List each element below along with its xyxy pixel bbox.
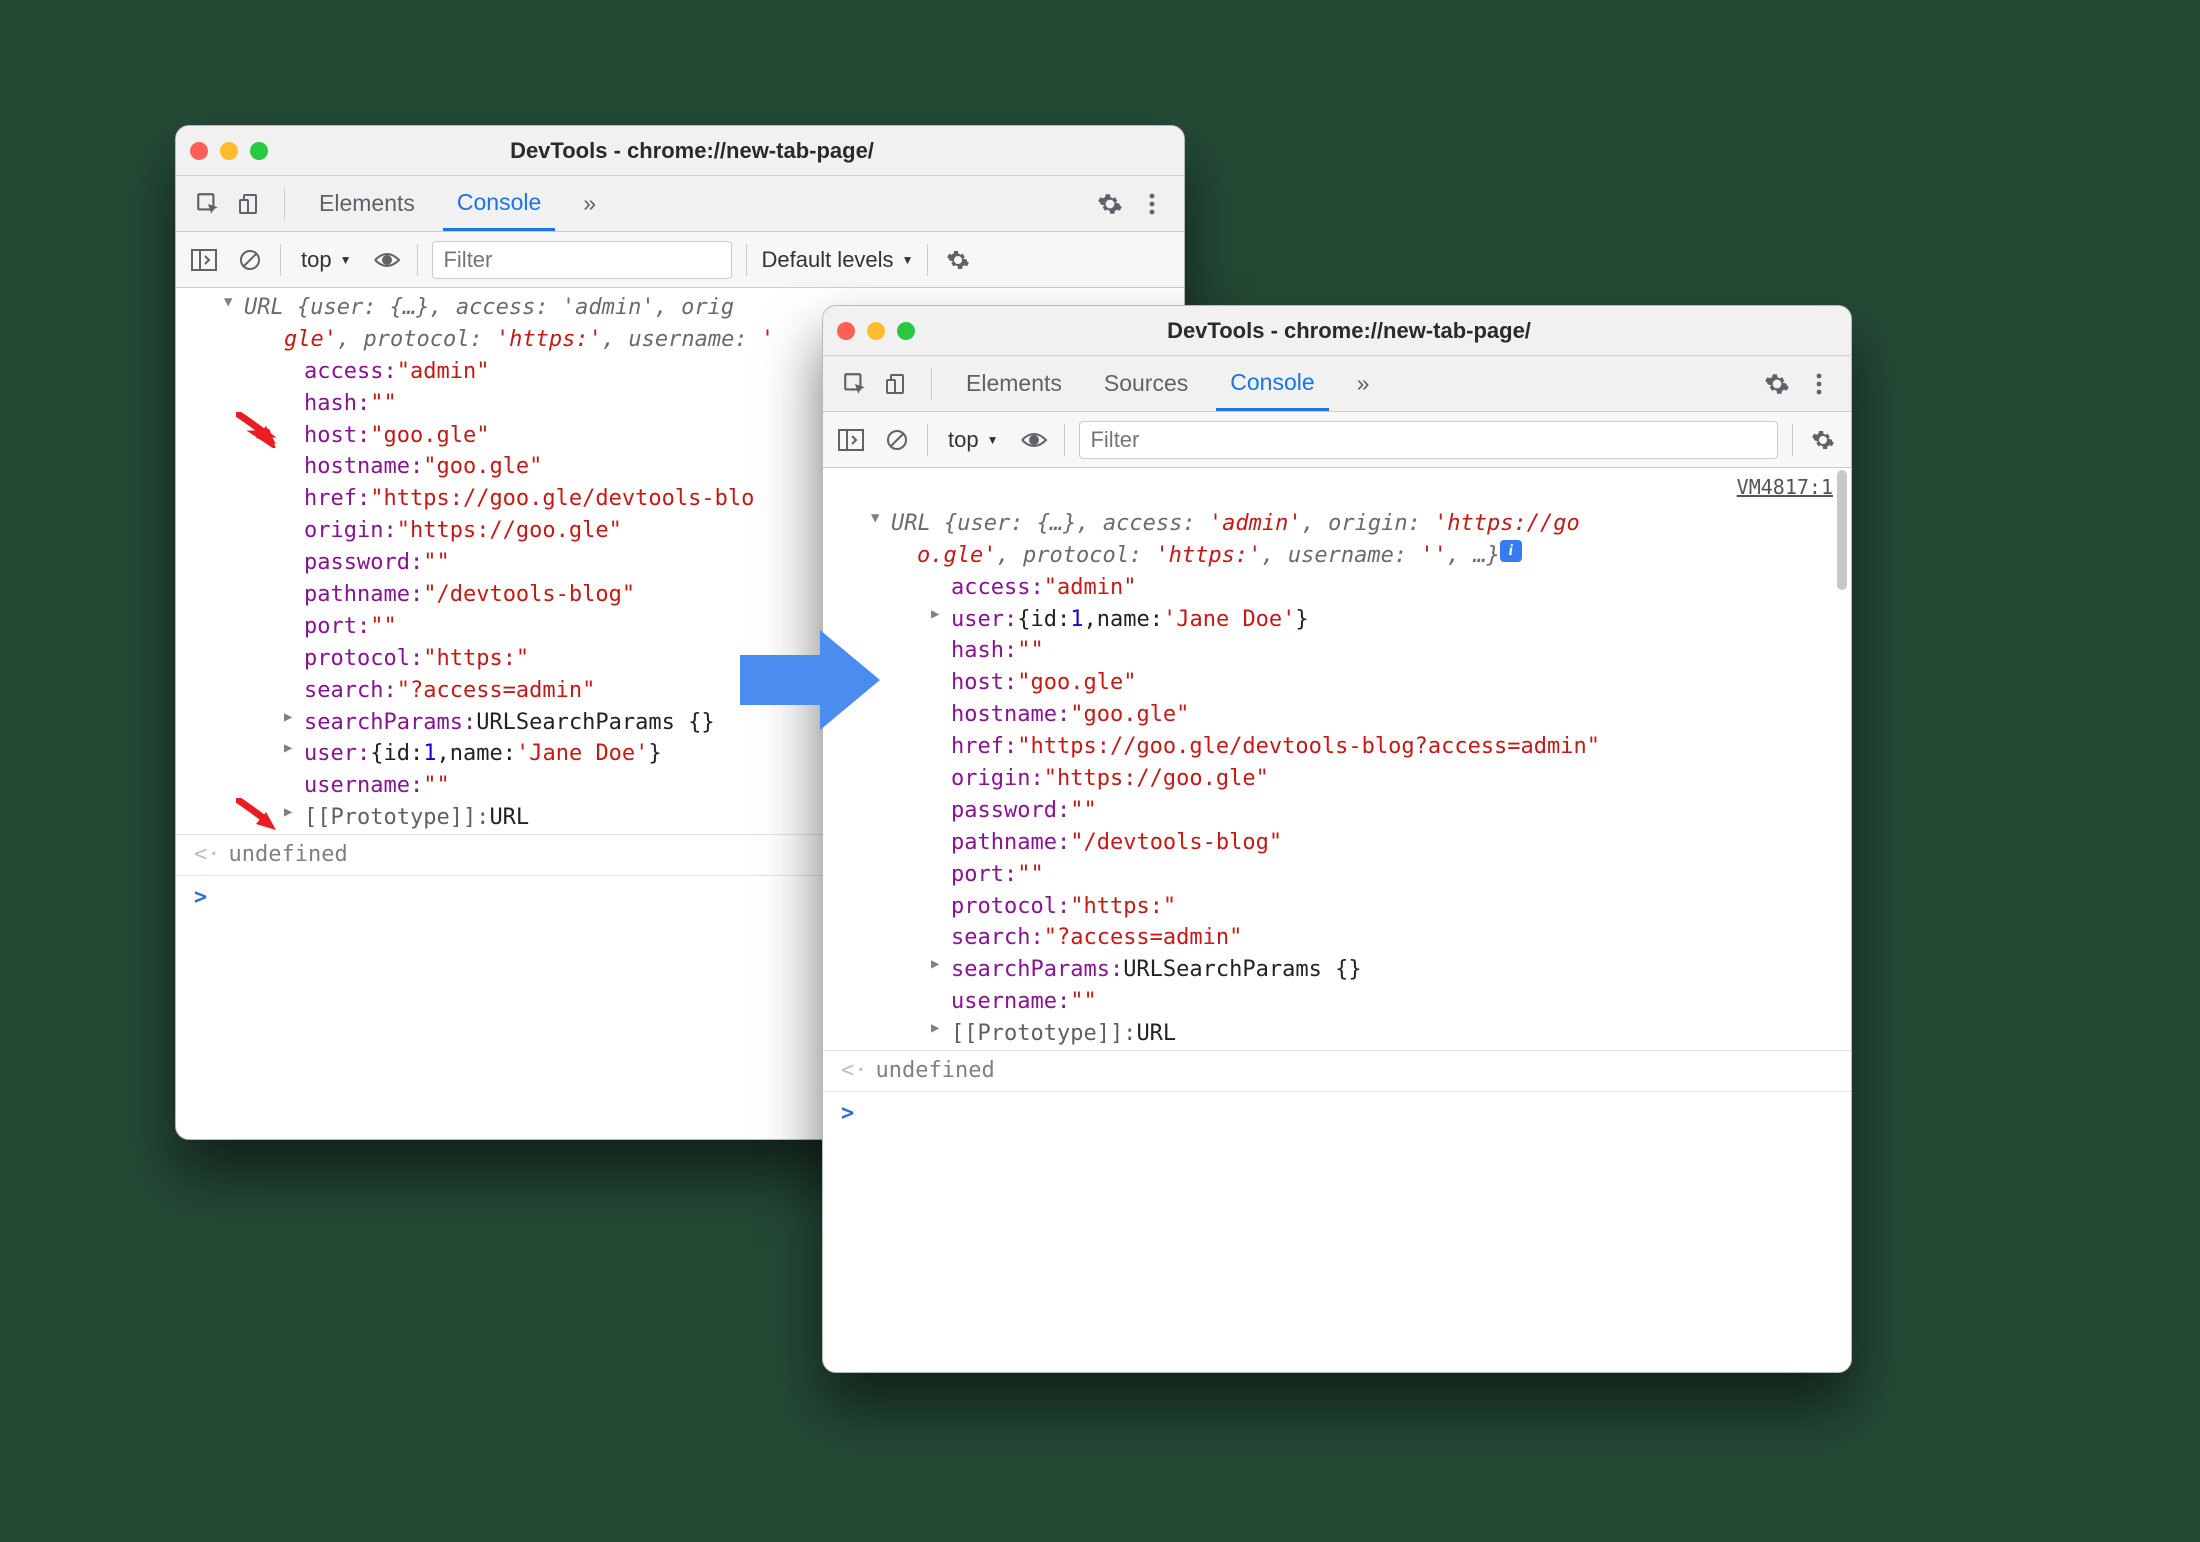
traffic-lights [837,322,915,340]
inspect-icon[interactable] [839,368,871,400]
filter-input[interactable] [432,241,732,279]
prop-protocol[interactable]: protocol: "https:" [823,891,1851,923]
prop-origin[interactable]: origin: "https://goo.gle" [823,763,1851,795]
filter-input[interactable] [1079,421,1778,459]
console-prompt[interactable]: > [823,1092,1851,1150]
gear-icon[interactable] [1761,368,1793,400]
device-icon[interactable] [234,188,266,220]
tab-elements[interactable]: Elements [952,356,1076,411]
levels-selector[interactable]: Default levels▼ [761,247,913,273]
prop-user[interactable]: user: {id: 1, name: 'Jane Doe'} [823,604,1851,636]
console-output: VM4817:1 URL {user: {…}, access: 'admin'… [823,468,1851,1150]
devtools-window-after: DevTools - chrome://new-tab-page/ Elemen… [822,305,1852,1373]
console-toolbar: top▼ Default levels▼ [176,232,1184,288]
minimize-icon[interactable] [220,142,238,160]
prop-href[interactable]: href: "https://goo.gle/devtools-blog?acc… [823,731,1851,763]
tab-sources[interactable]: Sources [1090,356,1202,411]
prop-host[interactable]: host: "goo.gle" [823,667,1851,699]
clear-icon[interactable] [881,424,913,456]
prop-access[interactable]: access: "admin" [823,572,1851,604]
gear-icon[interactable] [1094,188,1126,220]
eye-icon[interactable] [1018,424,1050,456]
return-undefined: <·undefined [823,1051,1851,1091]
device-icon[interactable] [881,368,913,400]
zoom-icon[interactable] [250,142,268,160]
console-toolbar: top▼ [823,412,1851,468]
prop-password[interactable]: password: "" [823,795,1851,827]
sidebar-toggle-icon[interactable] [835,424,867,456]
sidebar-toggle-icon[interactable] [188,244,220,276]
context-selector[interactable]: top▼ [295,247,357,273]
traffic-lights [190,142,268,160]
prop-port[interactable]: port: "" [823,859,1851,891]
titlebar: DevTools - chrome://new-tab-page/ [823,306,1851,356]
info-icon[interactable]: i [1500,540,1522,562]
inspect-icon[interactable] [192,188,224,220]
tab-console[interactable]: Console [443,176,555,231]
close-icon[interactable] [190,142,208,160]
window-title: DevTools - chrome://new-tab-page/ [931,318,1767,344]
prop-username[interactable]: username: "" [823,986,1851,1018]
levels-label: Default levels [761,247,893,273]
titlebar: DevTools - chrome://new-tab-page/ [176,126,1184,176]
prop-hostname[interactable]: hostname: "goo.gle" [823,699,1851,731]
prop-searchparams[interactable]: searchParams: URLSearchParams {} [823,954,1851,986]
source-link[interactable]: VM4817:1 [1737,475,1833,499]
tabbar: Elements Sources Console » [823,356,1851,412]
prop-search[interactable]: search: "?access=admin" [823,922,1851,954]
tab-more[interactable]: » [569,176,610,231]
tab-elements[interactable]: Elements [305,176,429,231]
context-label: top [301,247,332,273]
tabbar: Elements Console » [176,176,1184,232]
scrollbar[interactable] [1837,470,1847,590]
context-label: top [948,427,979,453]
clear-icon[interactable] [234,244,266,276]
eye-icon[interactable] [371,244,403,276]
gear-icon[interactable] [1807,424,1839,456]
object-summary-line2: o.gle', protocol: 'https:', username: ''… [823,540,1851,572]
prop-pathname[interactable]: pathname: "/devtools-blog" [823,827,1851,859]
kebab-icon[interactable] [1803,368,1835,400]
prop-hash[interactable]: hash: "" [823,635,1851,667]
close-icon[interactable] [837,322,855,340]
minimize-icon[interactable] [867,322,885,340]
window-title: DevTools - chrome://new-tab-page/ [284,138,1100,164]
tab-more[interactable]: » [1343,356,1384,411]
zoom-icon[interactable] [897,322,915,340]
tab-console[interactable]: Console [1216,356,1328,411]
prop-prototype[interactable]: [[Prototype]]: URL [823,1018,1851,1050]
object-summary[interactable]: URL {user: {…}, access: 'admin', origin:… [823,508,1851,540]
context-selector[interactable]: top▼ [942,427,1004,453]
gear-icon[interactable] [942,244,974,276]
kebab-icon[interactable] [1136,188,1168,220]
